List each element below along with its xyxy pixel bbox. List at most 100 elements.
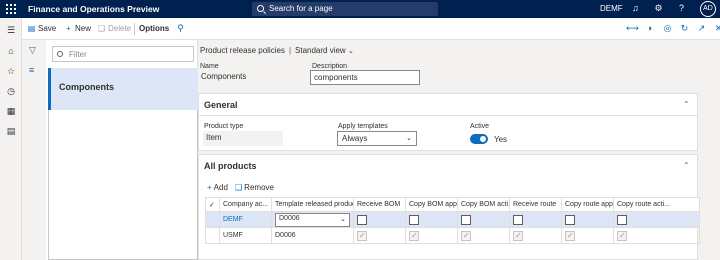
delete-button[interactable]: ❑ Delete: [97, 23, 131, 35]
column-header-receive-bom[interactable]: Receive BOM: [353, 197, 406, 212]
list-area: [48, 110, 198, 260]
refresh-icon[interactable]: ↻: [679, 23, 690, 34]
name-field: Components: [198, 70, 302, 85]
copy-bom-approval-checkbox: [409, 230, 419, 241]
copy-route-activation-checkbox: [617, 230, 627, 241]
save-icon: ▤: [27, 24, 36, 33]
remove-button[interactable]: ❑ Remove: [235, 183, 274, 192]
column-header-copy-route-activation[interactable]: Copy route acti...: [613, 197, 700, 212]
clock-recent-icon[interactable]: ◷: [5, 85, 17, 97]
trash-icon: ❑: [97, 24, 106, 33]
plus-icon: +: [66, 24, 71, 33]
search-icon: [57, 51, 63, 57]
details-pane: Product release policies | Standard view ⌄…: [198, 40, 720, 260]
collapse-chevron-icon[interactable]: ⌃: [683, 100, 691, 109]
list-view-icon[interactable]: ≡: [29, 65, 39, 75]
company-cell[interactable]: DEMF: [219, 211, 272, 228]
active-value: Yes: [494, 135, 508, 144]
new-button[interactable]: + New: [64, 23, 91, 35]
bell-icon[interactable]: ♫: [630, 3, 641, 14]
template-cell[interactable]: D0006: [271, 227, 354, 244]
general-section: General ⌃ Product type Item Apply templa…: [198, 93, 698, 151]
all-products-section: All products ⌃ + Add ❑ Remove ✓ Company ac…: [198, 154, 700, 260]
chevron-down-icon: ⌄: [340, 215, 346, 223]
copy-route-approval-checkbox: [565, 230, 575, 241]
general-section-title[interactable]: General: [204, 100, 238, 110]
breadcrumb: Product release policies | Standard view ⌄: [200, 46, 354, 55]
trash-icon: ❑: [235, 183, 243, 192]
office-icon[interactable]: ◑: [644, 23, 655, 34]
name-label: Name: [200, 63, 219, 70]
filter-input[interactable]: Filter: [52, 46, 194, 62]
product-type-field: Item: [203, 131, 283, 146]
top-navigation-bar: Finance and Operations Preview Search fo…: [0, 0, 720, 18]
help-icon[interactable]: ?: [676, 3, 687, 14]
filter-funnel-icon[interactable]: ▽: [29, 45, 39, 55]
receive-route-checkbox: [513, 230, 523, 241]
template-select[interactable]: D0006 ⌄: [275, 212, 350, 227]
hamburger-menu-icon[interactable]: ☰: [5, 24, 17, 36]
copy-route-activation-checkbox[interactable]: [617, 214, 627, 225]
app-launcher-icon[interactable]: [6, 4, 16, 14]
table-row[interactable]: USMF D0006: [205, 227, 700, 244]
receive-route-checkbox[interactable]: [513, 214, 523, 225]
chevron-down-icon[interactable]: ⌄: [348, 48, 354, 55]
open-new-window-icon[interactable]: ↗: [696, 23, 707, 34]
copy-bom-approval-checkbox[interactable]: [409, 214, 419, 225]
add-button[interactable]: + Add: [207, 183, 228, 192]
page-search-box[interactable]: Search for a page: [252, 2, 438, 16]
filter-placeholder: Filter: [69, 50, 87, 59]
modules-list-icon[interactable]: ▤: [5, 125, 17, 137]
list-item[interactable]: Components: [48, 68, 198, 110]
attachments-badge-icon[interactable]: ◎: [662, 23, 673, 34]
options-tab[interactable]: Options: [139, 23, 169, 35]
column-header-company[interactable]: Company ac... ↑: [219, 197, 272, 212]
all-products-section-title[interactable]: All products: [204, 161, 257, 171]
chevron-down-icon: ⌄: [406, 135, 412, 142]
app-title[interactable]: Finance and Operations Preview: [28, 4, 159, 14]
column-header-receive-route[interactable]: Receive route: [509, 197, 562, 212]
select-all-checkmark-icon[interactable]: ✓: [205, 197, 220, 212]
save-button[interactable]: ▤ Save: [27, 23, 57, 35]
company-cell[interactable]: USMF: [219, 227, 272, 244]
receive-bom-checkbox: [357, 230, 367, 241]
avatar[interactable]: AD: [700, 1, 716, 17]
column-header-copy-route-approval[interactable]: Copy route app...: [561, 197, 614, 212]
star-favorites-icon[interactable]: ☆: [5, 65, 17, 77]
workspaces-icon[interactable]: ▦: [5, 105, 17, 117]
column-header-copy-bom-approval[interactable]: Copy BOM app...: [405, 197, 458, 212]
list-pane: ▽ ≡ Filter Components: [22, 40, 198, 260]
close-icon[interactable]: ✕: [713, 23, 720, 34]
description-label: Description: [312, 63, 348, 70]
copy-route-approval-checkbox[interactable]: [565, 214, 575, 225]
divider: [134, 23, 135, 35]
receive-bom-checkbox[interactable]: [357, 214, 367, 225]
connect-icon[interactable]: ⟷: [626, 23, 639, 34]
company-picker[interactable]: DEMF: [600, 4, 623, 13]
search-placeholder: Search for a page: [269, 4, 333, 13]
active-label: Active: [470, 123, 490, 130]
column-header-template[interactable]: Template released product: [271, 197, 354, 212]
gear-icon[interactable]: ⚙: [653, 3, 664, 14]
search-actions-icon[interactable]: ⚲: [175, 23, 186, 34]
search-icon: [257, 5, 264, 12]
description-field[interactable]: components: [310, 70, 420, 85]
collapse-chevron-icon[interactable]: ⌃: [683, 161, 691, 170]
column-header-copy-bom-activation[interactable]: Copy BOM acti...: [457, 197, 510, 212]
action-pane: ▤ Save + New ❑ Delete Options ⚲ ⟷ ◑ ◎ ↻ ↗ ✕: [22, 18, 720, 40]
copy-bom-activation-checkbox: [461, 230, 471, 241]
apply-templates-label: Apply templates: [338, 123, 388, 130]
copy-bom-activation-checkbox[interactable]: [461, 214, 471, 225]
all-products-grid: ✓ Company ac... ↑ Template released prod…: [205, 197, 700, 244]
product-type-label: Product type: [204, 123, 244, 130]
breadcrumb-page[interactable]: Product release policies: [200, 46, 285, 55]
apply-templates-select[interactable]: Always ⌄: [337, 131, 417, 146]
left-navigation: ☰ ⌂ ☆ ◷ ▦ ▤: [0, 18, 22, 260]
list-pane-toolbar: ▽ ≡: [22, 40, 46, 260]
home-icon[interactable]: ⌂: [5, 45, 17, 57]
table-row[interactable]: DEMF D0006 ⌄: [205, 211, 700, 228]
plus-icon: +: [207, 183, 212, 192]
active-toggle[interactable]: [470, 134, 488, 144]
view-selector[interactable]: Standard view: [295, 46, 346, 55]
grid-header-row: ✓ Company ac... ↑ Template released prod…: [205, 197, 700, 212]
